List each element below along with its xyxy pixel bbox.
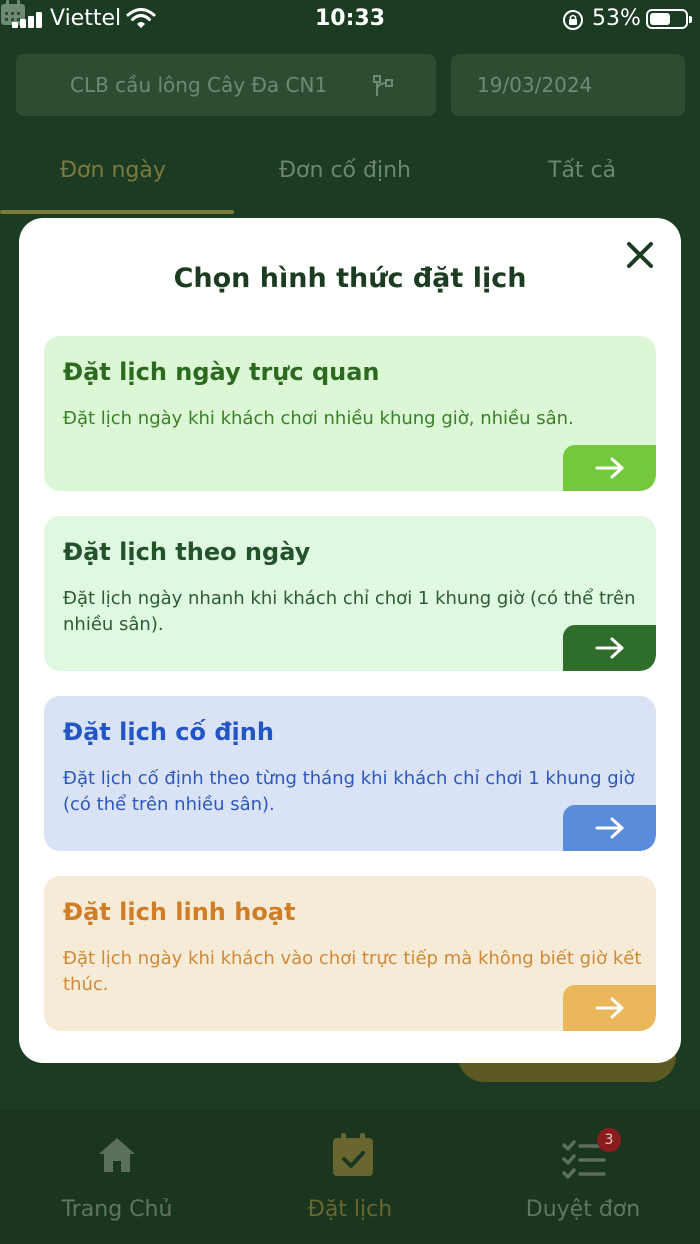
- active-tab-indicator: [0, 210, 234, 214]
- option-arrow-button[interactable]: [563, 985, 656, 1031]
- branch-icon: [373, 75, 393, 96]
- club-select[interactable]: CLB cầu lông Cây Đa CN1: [16, 54, 436, 116]
- option-arrow-button[interactable]: [563, 445, 656, 491]
- nav-label-booking: Đặt lịch: [307, 1197, 393, 1222]
- option-card-visual-day[interactable]: Đặt lịch ngày trực quan Đặt lịch ngày kh…: [44, 336, 656, 491]
- option-description: Đặt lịch ngày khi khách chơi nhiều khung…: [63, 408, 574, 429]
- option-description: Đặt lịch ngày khi khách vào chơi trực ti…: [63, 948, 642, 995]
- option-title: Đặt lịch theo ngày: [63, 538, 311, 566]
- tab-tat-ca[interactable]: Tất cả: [548, 158, 616, 183]
- booking-type-modal: Chọn hình thức đặt lịch Đặt lịch ngày tr…: [19, 218, 681, 1063]
- date-select-label: 19/03/2024: [477, 73, 593, 97]
- option-card-by-day[interactable]: Đặt lịch theo ngày Đặt lịch ngày nhanh k…: [44, 516, 656, 671]
- club-select-label: CLB cầu lông Cây Đa CN1: [70, 73, 328, 97]
- nav-item-home[interactable]: Trang Chủ: [0, 1109, 234, 1244]
- nav-label-home: Trang Chủ: [61, 1197, 173, 1222]
- tab-bar: Đơn ngày Đơn cố định Tất cả: [0, 140, 700, 214]
- calendar-check-icon: [333, 1133, 373, 1176]
- orientation-lock-icon: [563, 10, 583, 30]
- arrow-right-icon: [595, 457, 623, 479]
- arrow-right-icon: [595, 997, 623, 1019]
- modal-title: Chọn hình thức đặt lịch: [173, 263, 527, 294]
- option-title: Đặt lịch ngày trực quan: [63, 358, 380, 386]
- option-card-flexible[interactable]: Đặt lịch linh hoạt Đặt lịch ngày khi khá…: [44, 876, 656, 1031]
- date-select[interactable]: 19/03/2024: [451, 54, 685, 116]
- arrow-right-icon: [595, 817, 623, 839]
- tab-don-co-dinh[interactable]: Đơn cố định: [279, 158, 411, 183]
- option-title: Đặt lịch cố định: [63, 718, 274, 746]
- option-description: Đặt lịch ngày nhanh khi khách chỉ chơi 1…: [63, 588, 636, 635]
- arrow-right-icon: [595, 637, 623, 659]
- option-title: Đặt lịch linh hoạt: [63, 898, 296, 926]
- status-bar: Viettel 10:33 53%: [0, 0, 700, 40]
- notification-badge: 3: [597, 1128, 621, 1152]
- option-arrow-button[interactable]: [563, 625, 656, 671]
- option-card-fixed[interactable]: Đặt lịch cố định Đặt lịch cố định theo t…: [44, 696, 656, 851]
- battery-icon: [646, 9, 692, 29]
- battery-percent: 53%: [592, 6, 641, 31]
- option-arrow-button[interactable]: [563, 805, 656, 851]
- nav-item-approve[interactable]: 3 Duyệt đơn: [466, 1109, 700, 1244]
- bottom-nav: Trang Chủ Đặt lịch 3 Duyệt đơn: [0, 1108, 700, 1244]
- nav-item-booking[interactable]: Đặt lịch: [233, 1109, 467, 1244]
- option-description: Đặt lịch cố định theo từng tháng khi khá…: [63, 768, 635, 815]
- home-icon: [99, 1138, 135, 1172]
- tab-don-ngay[interactable]: Đơn ngày: [60, 158, 166, 183]
- nav-label-approve: Duyệt đơn: [525, 1197, 641, 1222]
